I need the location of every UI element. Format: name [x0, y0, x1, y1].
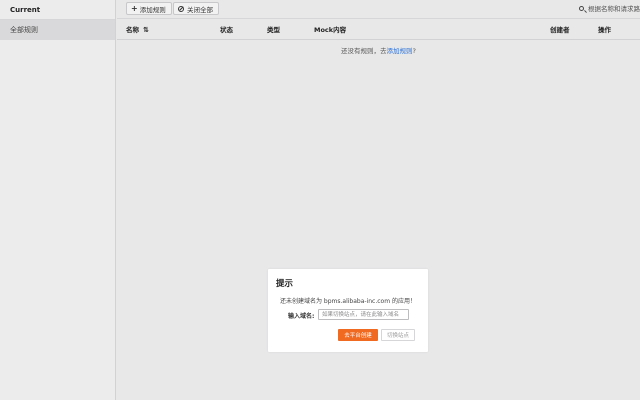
dialog-title: 提示: [276, 279, 294, 289]
domain-label: 输入域名:: [288, 313, 315, 320]
column-header-status: 状态: [220, 26, 233, 34]
empty-state-suffix: ?: [412, 47, 416, 55]
prohibit-icon: [178, 5, 184, 12]
close-all-label: 关闭全部: [187, 5, 213, 14]
column-header-name[interactable]: 名称 ⇅: [126, 20, 149, 40]
add-rule-button[interactable]: + 添加规则: [126, 2, 172, 15]
add-rule-link[interactable]: 添加规则: [387, 47, 413, 55]
sort-icon[interactable]: ⇅: [143, 20, 149, 40]
column-header-actions: 操作: [598, 26, 611, 34]
plus-icon: +: [131, 3, 138, 13]
toolbar: + 添加规则 关闭全部: [117, 0, 640, 19]
column-header-type: 类型: [267, 26, 280, 34]
switch-site-button[interactable]: 切换站点: [381, 329, 415, 341]
empty-state-text: 还没有规则，去: [341, 47, 387, 55]
dialog-message: 还未创建域名为 bpms.alibaba-inc.com 的应用！: [280, 298, 416, 305]
empty-state: 还没有规则，去添加规则?: [117, 45, 640, 55]
close-all-button[interactable]: 关闭全部: [173, 2, 219, 15]
add-rule-label: 添加规则: [139, 5, 166, 14]
search-icon: [579, 6, 584, 11]
search-input[interactable]: [588, 5, 640, 13]
column-header-mock-content: Mock内容: [314, 26, 347, 34]
create-on-platform-button[interactable]: 去平台创建: [338, 329, 378, 341]
domain-input[interactable]: [318, 309, 409, 320]
prompt-dialog: 提示 还未创建域名为 bpms.alibaba-inc.com 的应用！ 输入域…: [268, 269, 428, 352]
column-header-creator: 创建者: [550, 26, 570, 34]
sidebar: Current 全部规则: [0, 0, 116, 400]
sidebar-item-all-rules[interactable]: 全部规则: [0, 20, 115, 40]
table-header: 名称 ⇅ 状态 类型 Mock内容 创建者 操作: [117, 20, 640, 40]
search-box: [579, 3, 640, 15]
sidebar-header: Current: [0, 0, 115, 20]
